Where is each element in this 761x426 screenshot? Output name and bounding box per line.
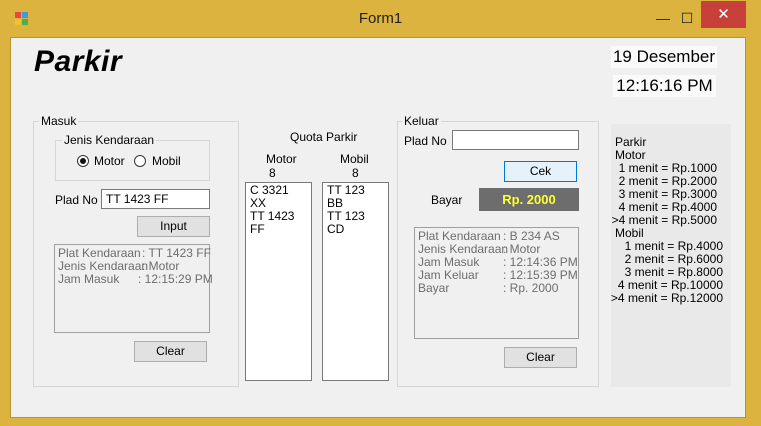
summary-row: Jam Masuk: 12:15:29 PM <box>58 272 213 286</box>
quota-mobil-label: Mobil <box>340 152 369 166</box>
tarif-mobil-list: 1 menit = Rp.4000 2 menit = Rp.6000 3 me… <box>611 240 723 305</box>
radio-motor[interactable] <box>77 155 89 167</box>
keluar-summary-box: Plat Kendaraan: B 234 AS Jenis Kendaraan… <box>414 227 579 339</box>
time-label: 12:16:16 PM <box>613 75 716 97</box>
keluar-clear-button[interactable]: Clear <box>504 347 577 368</box>
keluar-group-title: Keluar <box>402 114 441 128</box>
quota-motor-count: 8 <box>269 166 276 180</box>
keluar-plad-input[interactable] <box>452 130 579 150</box>
radio-mobil[interactable] <box>134 155 146 167</box>
jenis-kendaraan-title: Jenis Kendaraan <box>62 133 157 147</box>
masuk-group-title: Masuk <box>39 114 79 128</box>
cek-button[interactable]: Cek <box>504 161 577 182</box>
masuk-clear-button[interactable]: Clear <box>134 341 207 362</box>
radio-mobil-label[interactable]: Mobil <box>152 154 181 168</box>
masuk-plad-label: Plad No <box>55 193 98 207</box>
keluar-plad-label: Plad No <box>404 134 447 148</box>
mobil-listbox[interactable]: TT 123 BB TT 123 CD <box>322 182 389 381</box>
list-item[interactable]: TT 123 BB <box>327 184 384 210</box>
quota-motor-label: Motor <box>266 152 297 166</box>
tarif-panel: Parkir Motor 1 menit = Rp.1000 2 menit =… <box>611 124 731 387</box>
masuk-plad-input[interactable]: TT 1423 FF <box>101 189 210 209</box>
input-button[interactable]: Input <box>137 216 210 237</box>
window-title: Form1 <box>358 10 403 27</box>
motor-listbox[interactable]: C 3321 XX TT 1423 FF <box>245 182 312 381</box>
bayar-amount: Rp. 2000 <box>479 188 579 211</box>
radio-motor-label[interactable]: Motor <box>94 154 125 168</box>
quota-mobil-count: 8 <box>352 166 359 180</box>
list-item[interactable]: C 3321 XX <box>250 184 307 210</box>
close-button[interactable]: ✕ <box>701 1 746 28</box>
list-item[interactable]: TT 1423 FF <box>250 210 307 236</box>
quota-title: Quota Parkir <box>290 130 358 144</box>
maximize-button[interactable]: ☐ <box>673 8 701 28</box>
list-item[interactable]: TT 123 CD <box>327 210 384 236</box>
date-label: 19 Desember <box>611 46 717 68</box>
tarif-motor-list: 1 menit = Rp.1000 2 menit = Rp.2000 3 me… <box>612 162 717 227</box>
summary-row: Bayar: Rp. 2000 <box>418 281 559 295</box>
app-title: Parkir <box>34 45 123 78</box>
masuk-summary-box: Plat Kendaraan: TT 1423 FF Jenis Kendara… <box>54 244 213 333</box>
tarif-line: >4 menit = Rp.12000 <box>610 291 723 305</box>
bayar-label: Bayar <box>431 193 463 207</box>
